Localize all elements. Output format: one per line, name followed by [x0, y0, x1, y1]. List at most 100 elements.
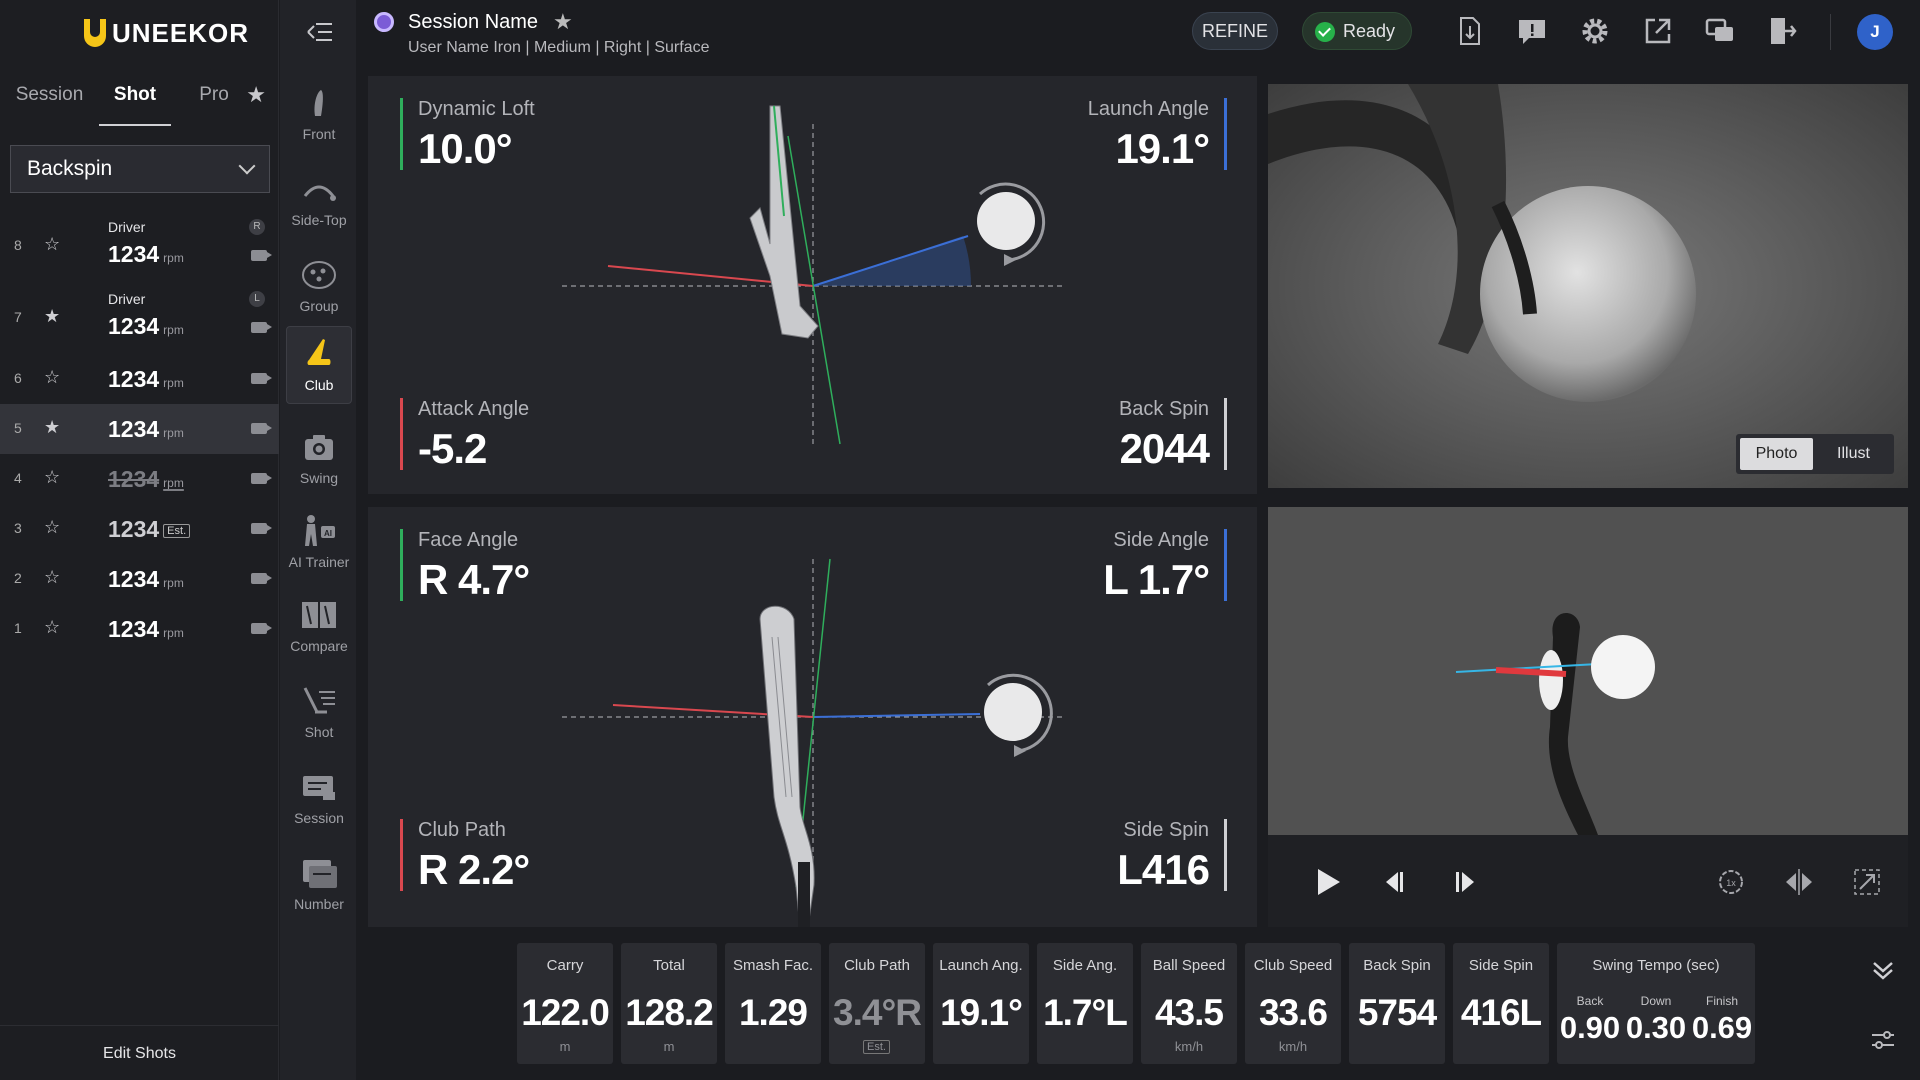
tool-label: Front — [302, 126, 336, 142]
metric-value: L416 — [1117, 846, 1210, 893]
shot-icon — [303, 687, 335, 714]
double-chevron-down-icon[interactable] — [1868, 955, 1898, 985]
screen-mirror-icon[interactable] — [1703, 14, 1737, 48]
tab-session[interactable]: Session — [0, 78, 99, 126]
star-filled-icon[interactable]: ★ — [44, 306, 60, 327]
card-value: 33.6 — [1258, 992, 1328, 1033]
card-unit: km/h — [1174, 1039, 1204, 1054]
side-spin-metric: Side Spin L416 — [1117, 819, 1227, 894]
video-camera-icon[interactable] — [251, 322, 272, 333]
club-icon — [307, 339, 331, 365]
settings-gear-icon[interactable] — [1578, 14, 1612, 48]
tool-ai-trainer[interactable]: AI AI Trainer — [286, 504, 352, 582]
metric-dropdown[interactable]: Backspin — [10, 145, 270, 193]
metric-color-bar — [1224, 398, 1227, 470]
tempo-label: Finish — [1705, 994, 1738, 1008]
metric-color-bar — [400, 529, 403, 601]
video-camera-icon[interactable] — [251, 423, 272, 434]
card-title: Total — [653, 957, 685, 974]
playback-speed-icon[interactable]: 1x — [1716, 867, 1746, 897]
photo-option[interactable]: Photo — [1740, 438, 1813, 470]
back-spin-card: Back Spin 5754 — [1349, 943, 1445, 1064]
club-path-metric: Club Path R 2.2° — [400, 819, 530, 894]
uneekor-logo-icon — [84, 19, 106, 47]
strip-settings-sliders-icon[interactable] — [1868, 1025, 1898, 1055]
refine-button[interactable]: REFINE — [1192, 12, 1278, 50]
tool-front[interactable]: Front — [286, 76, 352, 154]
export-report-icon[interactable] — [1453, 14, 1487, 48]
smash-factor-card: Smash Fac. 1.29 — [725, 943, 821, 1064]
card-value: 128.2 — [625, 992, 714, 1033]
tab-pro[interactable]: Pro — [183, 78, 245, 126]
launch-angle-metric: Launch Angle 19.1° — [1088, 98, 1227, 173]
launch-angle-card: Launch Ang. 19.1° — [933, 943, 1029, 1064]
tempo-label: Back — [1576, 994, 1604, 1008]
view-tool-column: Front Side-Top Group Club Swing AI AI Tr… — [280, 0, 356, 1080]
metric-color-bar — [1224, 819, 1227, 891]
shot-row-selected[interactable]: 5 ★ 1234 rpm — [0, 404, 279, 454]
svg-text:AI: AI — [324, 529, 332, 538]
tempo-back: Back 0.90 — [1560, 994, 1620, 1046]
collapse-sidebar-icon[interactable] — [300, 18, 336, 46]
star-filled-icon[interactable]: ★ — [44, 417, 60, 438]
metric-color-bar — [1224, 98, 1227, 170]
illust-option[interactable]: Illust — [1817, 438, 1890, 470]
step-back-icon[interactable] — [1380, 867, 1410, 897]
video-camera-icon[interactable] — [251, 250, 272, 261]
card-value: 416L — [1460, 992, 1542, 1033]
user-avatar[interactable]: J — [1857, 14, 1893, 50]
club-label: Driver — [108, 219, 146, 235]
club-path-card: Club Path 3.4°R Est. — [829, 943, 925, 1064]
shot-number: 1 — [14, 620, 22, 636]
step-forward-icon[interactable] — [1450, 867, 1480, 897]
star-outline-icon[interactable]: ☆ — [44, 234, 60, 255]
shot-row[interactable]: 4 ☆ 1234 rpm — [0, 454, 279, 504]
metric-value: 10.0° — [418, 125, 513, 172]
metric-name: Side Angle — [1113, 529, 1209, 551]
shot-row[interactable]: 7 ★ Driver 1234 rpm L — [0, 282, 279, 354]
shot-row[interactable]: 8 ☆ Driver 1234 rpm R — [0, 210, 279, 282]
metric-color-bar — [400, 398, 403, 470]
star-outline-icon[interactable]: ☆ — [44, 467, 60, 488]
metric-value: R 4.7° — [418, 556, 530, 603]
tool-number[interactable]: Number — [286, 846, 352, 924]
shot-row[interactable]: 6 ☆ 1234 rpm — [0, 354, 279, 404]
star-outline-icon[interactable]: ☆ — [44, 517, 60, 538]
tool-session[interactable]: Session — [286, 760, 352, 838]
tool-club[interactable]: Club — [286, 326, 352, 404]
video-camera-icon[interactable] — [251, 373, 272, 384]
shot-number: 8 — [14, 237, 22, 253]
ready-status-button[interactable]: Ready — [1302, 12, 1412, 50]
tab-shot[interactable]: Shot — [99, 78, 171, 126]
star-outline-icon[interactable]: ☆ — [44, 367, 60, 388]
tool-group[interactable]: Group — [286, 248, 352, 326]
video-camera-icon[interactable] — [251, 623, 272, 634]
tool-swing[interactable]: Swing — [286, 420, 352, 498]
feedback-icon[interactable] — [1515, 14, 1549, 48]
card-unit: m — [663, 1039, 675, 1054]
swing-video-frame — [1268, 507, 1908, 835]
shot-row[interactable]: 3 ☆ 1234 Est. — [0, 504, 279, 554]
tool-shot[interactable]: Shot — [286, 674, 352, 752]
star-outline-icon[interactable]: ☆ — [44, 617, 60, 638]
video-camera-icon[interactable] — [251, 473, 272, 484]
video-camera-icon[interactable] — [251, 523, 272, 534]
shot-row[interactable]: 2 ☆ 1234 rpm — [0, 554, 279, 604]
flip-horizontal-icon[interactable] — [1784, 867, 1814, 897]
shot-row[interactable]: 1 ☆ 1234 rpm — [0, 604, 279, 654]
tool-compare[interactable]: Compare — [286, 588, 352, 666]
video-camera-icon[interactable] — [251, 573, 272, 584]
star-outline-icon[interactable]: ☆ — [44, 567, 60, 588]
open-external-icon[interactable] — [1641, 14, 1675, 48]
favorites-star-icon[interactable]: ★ — [246, 82, 266, 108]
session-name[interactable]: Session Name — [408, 11, 538, 34]
play-icon[interactable] — [1312, 867, 1342, 897]
metric-name: Face Angle — [418, 529, 519, 551]
expand-icon[interactable] — [1852, 867, 1882, 897]
edit-shots-button[interactable]: Edit Shots — [0, 1025, 279, 1080]
ball-speed-card: Ball Speed 43.5 km/h — [1141, 943, 1237, 1064]
session-star-icon[interactable]: ★ — [553, 9, 573, 35]
tool-side-top[interactable]: Side-Top — [286, 162, 352, 240]
logout-icon[interactable] — [1765, 14, 1799, 48]
front-view-icon — [314, 90, 323, 116]
